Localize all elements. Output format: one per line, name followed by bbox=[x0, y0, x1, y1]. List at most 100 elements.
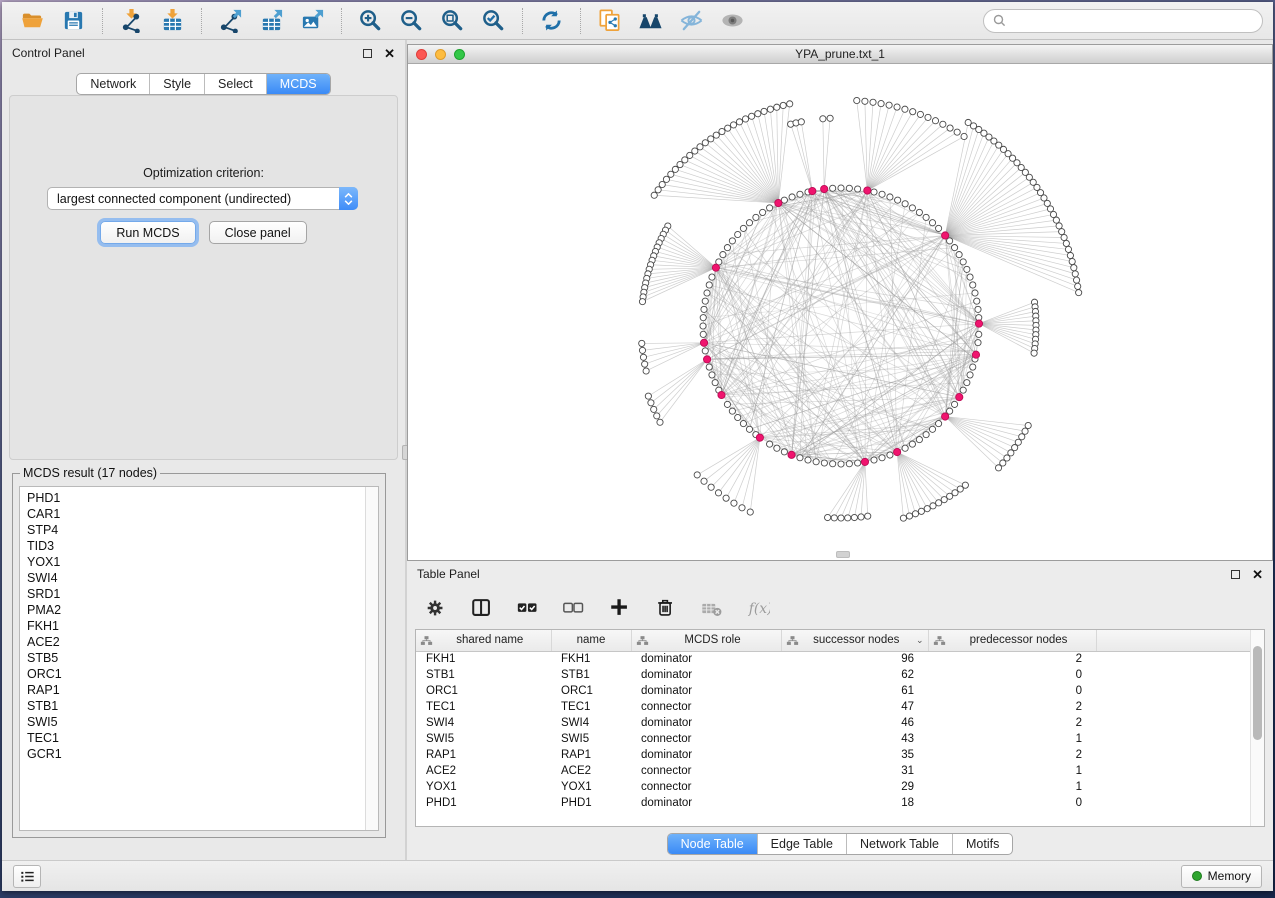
graph-dominator-node[interactable] bbox=[942, 232, 949, 239]
graph-dominator-node[interactable] bbox=[894, 448, 901, 455]
graph-node[interactable] bbox=[851, 514, 857, 520]
graph-node[interactable] bbox=[1050, 211, 1056, 217]
graph-node[interactable] bbox=[731, 500, 737, 506]
graph-node[interactable] bbox=[639, 347, 645, 353]
graph-node[interactable] bbox=[951, 401, 957, 407]
graph-node[interactable] bbox=[780, 102, 786, 108]
graph-node[interactable] bbox=[916, 209, 922, 215]
table-row[interactable]: ORC1ORC1dominator610 bbox=[416, 683, 1263, 699]
graph-dominator-node[interactable] bbox=[788, 451, 795, 458]
graph-node[interactable] bbox=[912, 511, 918, 517]
graph-node[interactable] bbox=[735, 231, 741, 237]
mcds-result-item[interactable]: STB5 bbox=[27, 650, 378, 666]
graph-node[interactable] bbox=[855, 186, 861, 192]
tab-network-table[interactable]: Network Table bbox=[847, 834, 953, 854]
close-panel-button[interactable]: Close panel bbox=[209, 221, 307, 244]
column-header-name[interactable]: name bbox=[551, 630, 631, 651]
graph-node[interactable] bbox=[755, 111, 761, 117]
table-row[interactable]: ACE2ACE2connector311 bbox=[416, 763, 1263, 779]
graph-node[interactable] bbox=[871, 189, 877, 195]
graph-node[interactable] bbox=[858, 514, 864, 520]
select-all-rows-button[interactable] bbox=[515, 595, 541, 621]
graph-node[interactable] bbox=[906, 513, 912, 519]
graph-node[interactable] bbox=[902, 201, 908, 207]
graph-node[interactable] bbox=[753, 214, 759, 220]
graph-node[interactable] bbox=[729, 408, 735, 414]
graph-node[interactable] bbox=[706, 364, 712, 370]
tab-edge-table[interactable]: Edge Table bbox=[758, 834, 847, 854]
mcds-result-item[interactable]: RAP1 bbox=[27, 682, 378, 698]
graph-node[interactable] bbox=[739, 505, 745, 511]
graph-node[interactable] bbox=[701, 306, 707, 312]
graph-node[interactable] bbox=[729, 238, 735, 244]
graph-node[interactable] bbox=[767, 106, 773, 112]
show-all-button[interactable] bbox=[712, 6, 753, 36]
graph-node[interactable] bbox=[947, 125, 953, 131]
graph-node[interactable] bbox=[935, 420, 941, 426]
table-panel-close-icon[interactable]: ✕ bbox=[1252, 568, 1263, 581]
graph-dominator-node[interactable] bbox=[809, 187, 816, 194]
import-network-button[interactable] bbox=[111, 6, 152, 36]
graph-node[interactable] bbox=[972, 290, 978, 296]
graph-node[interactable] bbox=[909, 205, 915, 211]
graph-node[interactable] bbox=[774, 445, 780, 451]
graph-node[interactable] bbox=[643, 368, 649, 374]
column-header-shared-name[interactable]: shared name bbox=[416, 630, 551, 651]
graph-node[interactable] bbox=[975, 306, 981, 312]
graph-node[interactable] bbox=[870, 99, 876, 105]
mcds-result-item[interactable]: PMA2 bbox=[27, 602, 378, 618]
graph-node[interactable] bbox=[805, 457, 811, 463]
graph-dominator-node[interactable] bbox=[861, 458, 868, 465]
graph-node[interactable] bbox=[709, 372, 715, 378]
graph-node[interactable] bbox=[964, 380, 970, 386]
graph-node[interactable] bbox=[651, 406, 657, 412]
graph-node[interactable] bbox=[639, 299, 645, 305]
show-column-button[interactable] bbox=[469, 595, 495, 621]
graph-node[interactable] bbox=[746, 220, 752, 226]
graph-node[interactable] bbox=[648, 400, 654, 406]
mcds-result-item[interactable]: SWI5 bbox=[27, 714, 378, 730]
graph-node[interactable] bbox=[854, 97, 860, 103]
graph-node[interactable] bbox=[827, 115, 833, 121]
graph-node[interactable] bbox=[830, 185, 836, 191]
zoom-in-button[interactable] bbox=[350, 6, 391, 36]
graph-dominator-node[interactable] bbox=[775, 199, 782, 206]
graph-node[interactable] bbox=[1076, 289, 1082, 295]
graph-node[interactable] bbox=[974, 298, 980, 304]
graph-node[interactable] bbox=[838, 515, 844, 521]
task-history-button[interactable] bbox=[13, 865, 41, 888]
graph-node[interactable] bbox=[640, 354, 646, 360]
table-scrollbar[interactable] bbox=[1250, 630, 1264, 826]
graph-node[interactable] bbox=[746, 426, 752, 432]
mcds-result-list[interactable]: PHD1CAR1STP4TID3YOX1SWI4SRD1PMA2FKH1ACE2… bbox=[19, 486, 379, 831]
graph-dominator-node[interactable] bbox=[712, 264, 719, 271]
table-row[interactable]: FKH1FKH1dominator962 bbox=[416, 651, 1263, 667]
graph-node[interactable] bbox=[692, 148, 698, 154]
table-row[interactable]: STB1STB1dominator620 bbox=[416, 667, 1263, 683]
float-panel-icon[interactable] bbox=[363, 49, 372, 58]
graph-node[interactable] bbox=[964, 266, 970, 272]
graph-node[interactable] bbox=[902, 106, 908, 112]
graph-node[interactable] bbox=[760, 209, 766, 215]
graph-node[interactable] bbox=[730, 122, 736, 128]
graph-node[interactable] bbox=[935, 225, 941, 231]
graph-dominator-node[interactable] bbox=[975, 320, 982, 327]
graph-node[interactable] bbox=[724, 245, 730, 251]
tab-select[interactable]: Select bbox=[205, 74, 267, 94]
graph-node[interactable] bbox=[845, 515, 851, 521]
save-session-button[interactable] bbox=[53, 6, 94, 36]
mcds-result-item[interactable]: PHD1 bbox=[27, 490, 378, 506]
mcds-result-item[interactable]: FKH1 bbox=[27, 618, 378, 634]
graph-node[interactable] bbox=[900, 515, 906, 521]
graph-node[interactable] bbox=[910, 109, 916, 115]
graph-node[interactable] bbox=[740, 420, 746, 426]
graph-node[interactable] bbox=[924, 506, 930, 512]
graph-node[interactable] bbox=[916, 436, 922, 442]
mcds-result-item[interactable]: TID3 bbox=[27, 538, 378, 554]
table-row[interactable]: RAP1RAP1dominator352 bbox=[416, 747, 1263, 763]
graph-node[interactable] bbox=[767, 441, 773, 447]
mcds-result-item[interactable]: ACE2 bbox=[27, 634, 378, 650]
mcds-result-item[interactable]: ORC1 bbox=[27, 666, 378, 682]
graph-node[interactable] bbox=[725, 125, 731, 131]
graph-node[interactable] bbox=[639, 340, 645, 346]
